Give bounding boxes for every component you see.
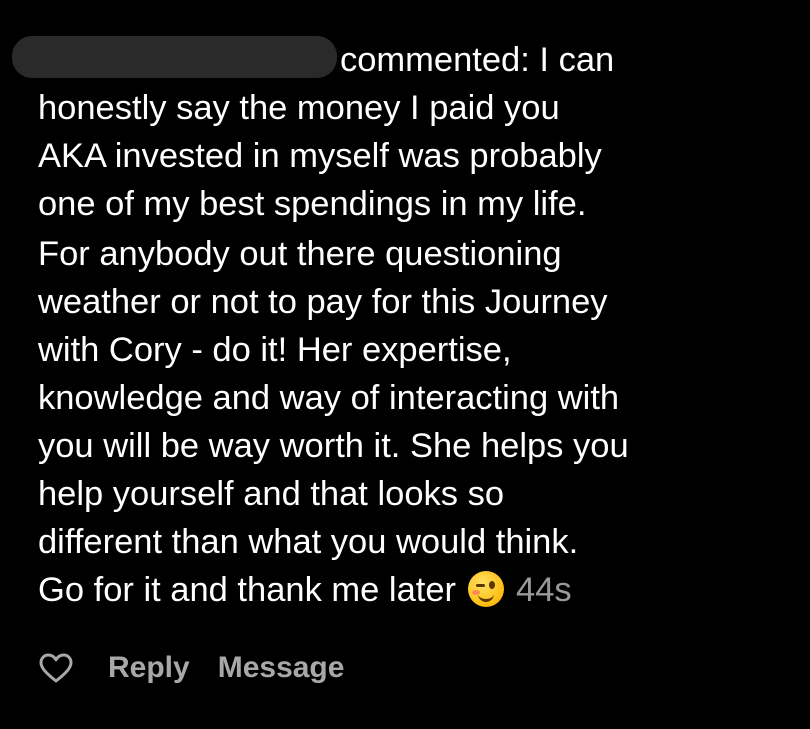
comment-line: honestly say the money I paid you — [38, 89, 560, 127]
comment-line: different than what you would think. — [38, 523, 579, 561]
winking-face-icon — [468, 571, 505, 607]
comment-line: weather or not to pay for this Journey — [38, 283, 608, 321]
message-button[interactable]: Message — [218, 651, 345, 685]
comment-last-line: Go for it and thank me later 44s — [38, 566, 798, 614]
comment-line: help yourself and that looks so — [38, 475, 505, 513]
comment-line: with Cory - do it! Her expertise, — [38, 331, 512, 369]
comment-actions: Reply Message — [38, 646, 372, 690]
reply-button[interactable]: Reply — [108, 651, 190, 685]
comment-line: one of my best spendings in my life. — [38, 185, 587, 223]
comment-line: For anybody out there questioning — [38, 235, 562, 273]
comment-timestamp: 44s — [516, 571, 572, 609]
comment-line: you will be way worth it. She helps you — [38, 427, 629, 465]
comment-body: commented: I can honestly say the money … — [38, 36, 798, 614]
comment-line: knowledge and way of interacting with — [38, 379, 620, 417]
comment-line: AKA invested in myself was probably — [38, 137, 602, 175]
comment-line: commented: I can — [340, 41, 615, 79]
comment-line: Go for it and thank me later — [38, 571, 457, 609]
heart-outline-icon[interactable] — [38, 651, 74, 685]
